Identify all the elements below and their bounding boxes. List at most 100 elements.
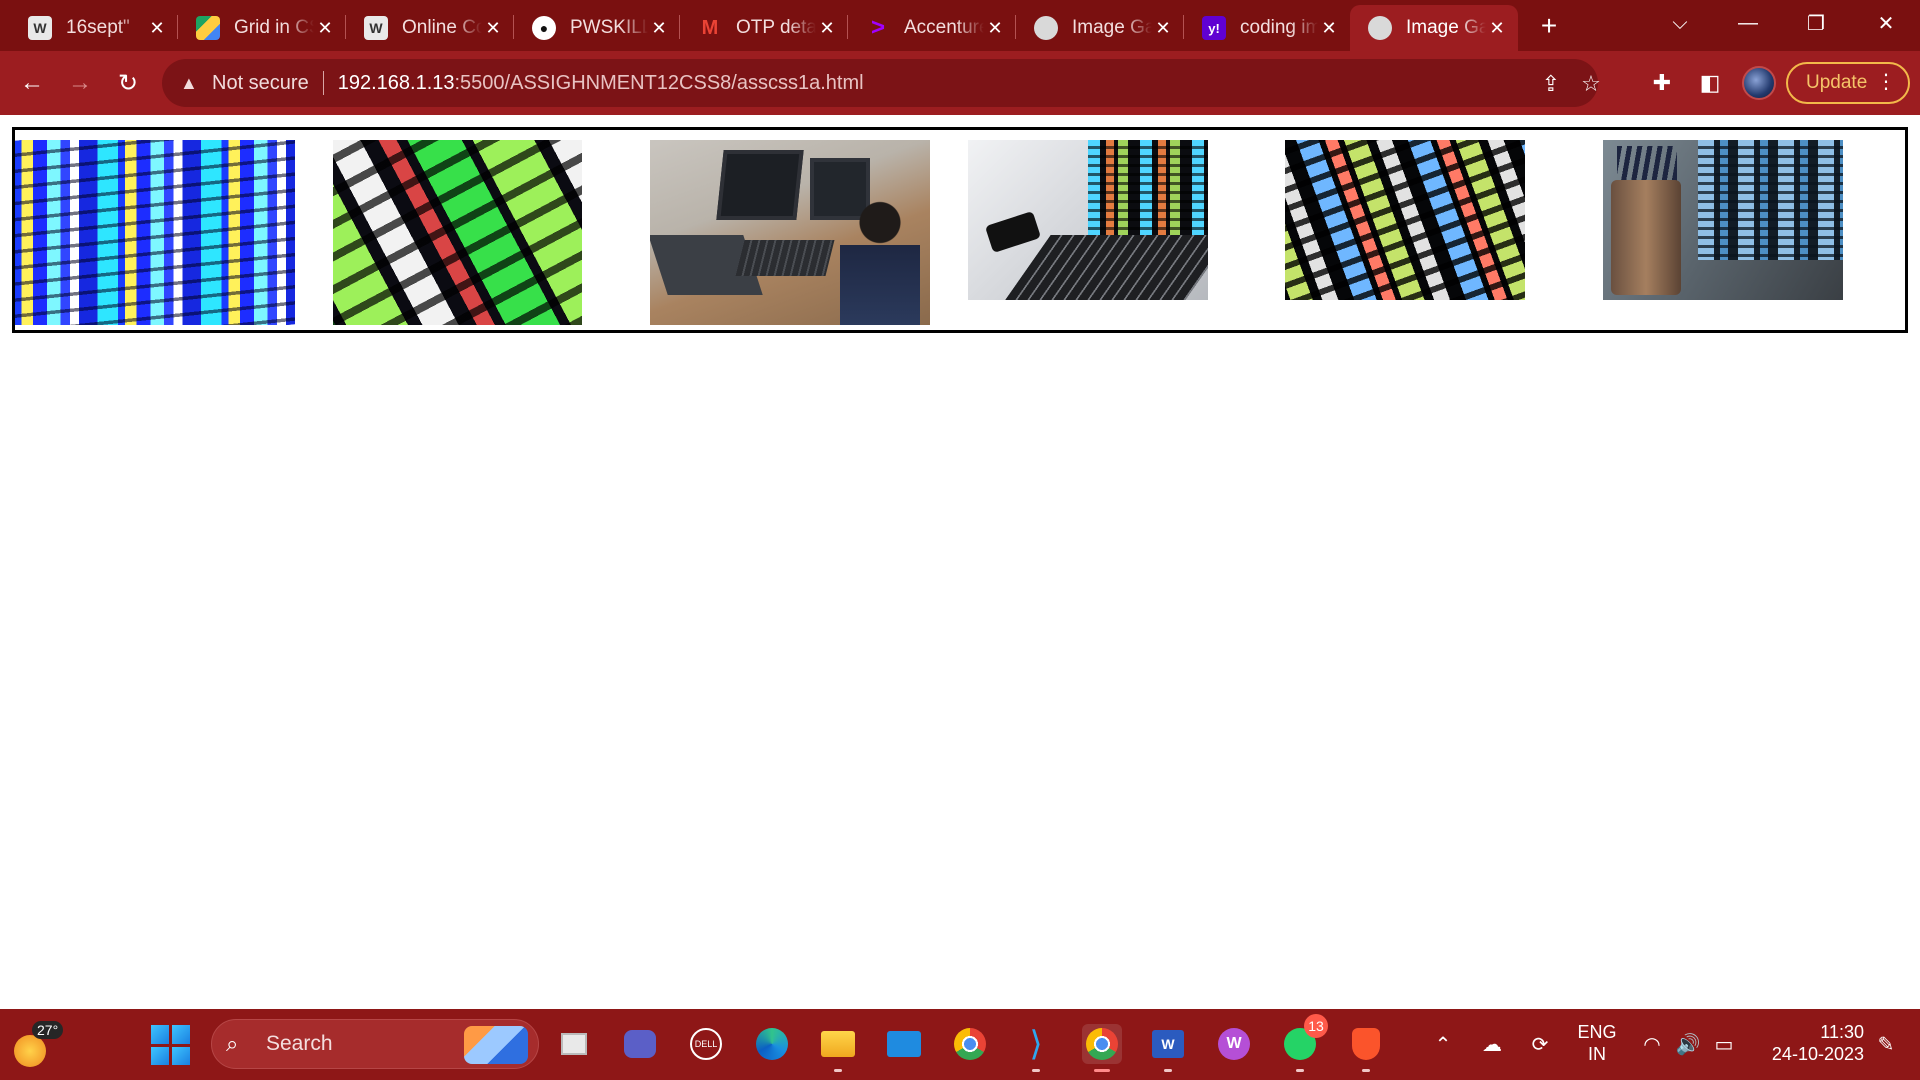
wifi-icon[interactable]: ◠ (1636, 1024, 1668, 1064)
bookmark-star-icon[interactable]: ☆ (1578, 71, 1604, 97)
windows-logo-icon (151, 1046, 169, 1065)
update-button[interactable]: Update ⋮ (1786, 62, 1910, 104)
programmer-at-desk-image (650, 140, 930, 325)
search-label: Search (266, 1032, 333, 1055)
wps-office-icon[interactable]: W (1214, 1024, 1254, 1064)
wordpress-icon: W (28, 16, 52, 40)
whatsapp-icon[interactable]: 13 (1280, 1014, 1328, 1072)
close-icon[interactable]: ✕ (1486, 17, 1508, 39)
teams-chat-icon[interactable] (620, 1024, 660, 1064)
windows-logo-icon (172, 1025, 190, 1044)
minimize-icon[interactable]: — (1728, 6, 1768, 40)
back-arrow-icon[interactable]: ← (14, 65, 50, 101)
clock-date: 24-10-2023 (1771, 1044, 1864, 1064)
running-indicator (1362, 1069, 1370, 1072)
tab-coding-images[interactable]: y! coding images ✕ (1184, 5, 1350, 51)
weather-widget[interactable]: 27° (12, 1021, 64, 1067)
edge-icon[interactable] (752, 1024, 792, 1064)
show-hidden-icons-chevron-icon[interactable]: ⌃ (1428, 1024, 1458, 1064)
google-drive-icon (196, 16, 220, 40)
gmail-icon: M (701, 16, 719, 39)
reload-icon[interactable]: ↻ (110, 65, 146, 101)
close-icon[interactable]: ✕ (648, 17, 670, 39)
globe-icon (1034, 16, 1058, 40)
notifications-icon[interactable]: ✎ (1868, 1024, 1904, 1064)
chrome-profile-icon[interactable] (1082, 1024, 1122, 1072)
yahoo-icon: y! (1202, 16, 1226, 40)
tab-title: Online Compiler (402, 17, 482, 38)
close-icon[interactable]: ✕ (1318, 17, 1340, 39)
language-indicator[interactable]: ENG IN (1572, 1021, 1622, 1065)
close-icon[interactable]: ✕ (482, 17, 504, 39)
windows-logo-icon (172, 1046, 190, 1065)
tab-title: coding images (1240, 17, 1318, 38)
vscode-icon[interactable]: ⟩ (1016, 1024, 1056, 1072)
wordpress-icon: W (364, 16, 388, 40)
profile-avatar[interactable] (1742, 66, 1776, 100)
page-content (0, 115, 1920, 1009)
url-path: :5500/ASSIGHNMENT12CSS8/asscss1a.html (454, 71, 864, 94)
url-text[interactable]: 192.168.1.13:5500/ASSIGHNMENT12CSS8/assc… (338, 72, 864, 95)
tab-title: Accenture (904, 17, 984, 38)
tab-search-chevron-icon[interactable]: ⌵ (1660, 6, 1700, 40)
file-explorer-icon[interactable] (818, 1024, 858, 1072)
mail-icon[interactable] (884, 1024, 924, 1064)
taskbar-search[interactable]: ⌕ Search (211, 1019, 539, 1069)
close-icon[interactable]: ✕ (1152, 17, 1174, 39)
forward-arrow-icon[interactable]: → (62, 65, 98, 101)
system-clock[interactable]: 11:30 24-10-2023 (1752, 1021, 1864, 1065)
start-button[interactable] (151, 1025, 191, 1065)
search-icon: ⌕ (226, 1031, 239, 1056)
task-view-icon[interactable] (554, 1024, 594, 1064)
tab-image-gallery-active[interactable]: Image Gallery ✕ (1350, 5, 1518, 51)
side-panel-icon[interactable]: ◧ (1692, 65, 1728, 101)
sync-icon[interactable]: ⟳ (1522, 1024, 1558, 1064)
tab-16sept[interactable]: W 16sept" ✕ (10, 5, 178, 51)
battery-icon[interactable]: ▭ (1708, 1024, 1740, 1064)
tab-title: Image Gallery (1406, 17, 1486, 38)
tab-image-gallery[interactable]: Image Gallery ✕ (1016, 5, 1184, 51)
speaker-icon[interactable]: 🔊 (1672, 1024, 1704, 1064)
laptop-with-code-image (968, 140, 1208, 300)
image-gallery (12, 127, 1908, 333)
weather-sun-icon (14, 1035, 46, 1067)
close-icon[interactable]: ✕ (816, 17, 838, 39)
tab-otp-details[interactable]: M OTP details ✕ (680, 5, 848, 51)
close-icon[interactable]: ✕ (146, 17, 168, 39)
laptop-and-pen-holder-image (1603, 140, 1843, 300)
tab-online-compiler[interactable]: W Online Compiler ✕ (346, 5, 514, 51)
windows-logo-icon (151, 1025, 169, 1044)
update-label: Update (1806, 72, 1868, 93)
more-menu-icon[interactable]: ⋮ (1876, 72, 1896, 92)
extensions-puzzle-icon[interactable]: ✚ (1644, 65, 1680, 101)
restore-icon[interactable]: ❐ (1796, 6, 1836, 40)
tab-grid-in-css[interactable]: Grid in CSS ✕ (178, 5, 346, 51)
security-status[interactable]: Not secure (212, 72, 309, 95)
dell-icon[interactable]: DELL (686, 1024, 726, 1064)
new-tab-button[interactable]: + (1532, 10, 1566, 42)
tab-title: Grid in CSS (234, 17, 314, 38)
warning-triangle-icon[interactable]: ▲ (180, 73, 204, 94)
close-icon[interactable]: ✕ (984, 17, 1006, 39)
tab-title: Image Gallery (1072, 17, 1152, 38)
code-screen-green-image (333, 140, 582, 325)
brave-icon[interactable] (1346, 1024, 1386, 1072)
language-label: ENG (1577, 1022, 1617, 1042)
word-icon[interactable]: W (1148, 1024, 1188, 1072)
share-icon[interactable]: ⇪ (1538, 71, 1564, 97)
search-highlight-icon (464, 1026, 528, 1064)
browser-toolbar: ← → ↻ ▲ Not secure 192.168.1.13:5500/ASS… (0, 51, 1920, 115)
tab-accenture[interactable]: > Accenture ✕ (848, 5, 1016, 51)
tab-title: 16sept" (66, 17, 130, 38)
address-bar[interactable]: ▲ Not secure 192.168.1.13:5500/ASSIGHNME… (162, 59, 1601, 107)
close-window-icon[interactable]: ✕ (1866, 6, 1906, 40)
accenture-icon: > (870, 14, 885, 41)
region-label: IN (1588, 1044, 1606, 1064)
active-indicator (1094, 1069, 1110, 1072)
chrome-icon[interactable] (950, 1024, 990, 1064)
onedrive-cloud-icon[interactable]: ☁ (1474, 1024, 1510, 1064)
tab-title: OTP details (736, 17, 816, 38)
close-icon[interactable]: ✕ (314, 17, 336, 39)
tab-pwskills[interactable]: ● PWSKILLS ✕ (514, 5, 680, 51)
globe-icon (1368, 16, 1392, 40)
